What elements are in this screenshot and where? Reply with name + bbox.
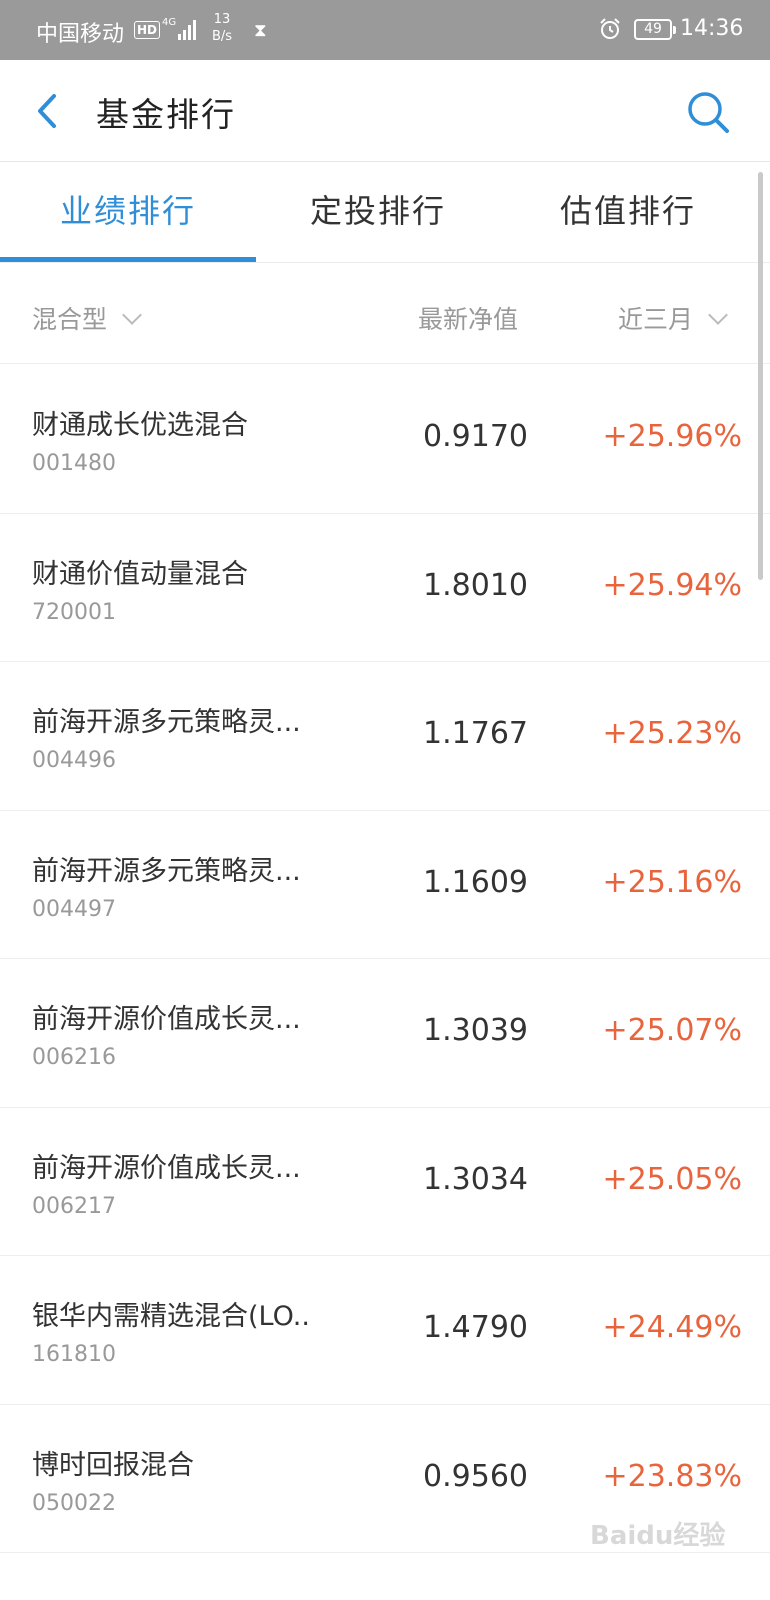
fund-code: 004496 (32, 748, 116, 773)
fund-type-filter[interactable]: 混合型 (32, 300, 142, 336)
fund-row[interactable]: 前海开源价值成长灵... 006217 1.3034 +25.05% (0, 1107, 770, 1256)
ranking-tabs: 业绩排行 定投排行 估值排行 (0, 163, 770, 263)
status-bar: 中国移动 HD 4G 13 B/s ⧗ 49 14:36 (0, 0, 770, 60)
fund-nav: 1.1609 (423, 864, 528, 900)
watermark-text: Baidu经验 (590, 1520, 725, 1551)
fund-code: 161810 (32, 1342, 116, 1367)
fund-row[interactable]: 前海开源多元策略灵... 004497 1.1609 +25.16% (0, 810, 770, 959)
fund-name: 博时回报混合 (32, 1449, 194, 1481)
fund-nav: 1.3039 (423, 1013, 528, 1048)
fund-row[interactable]: 银华内需精选混合(LO.. 161810 1.4790 +24.49% (0, 1256, 770, 1405)
fund-change: +25.94% (602, 567, 742, 603)
fund-list: 财通成长优选混合 001480 0.9170 +25.96% 财通价值动量混合 … (0, 365, 770, 1553)
fund-change: +25.96% (602, 419, 742, 454)
chevron-down-icon (122, 305, 142, 325)
period-filter[interactable]: 近三月 (618, 300, 728, 336)
back-arrow-icon[interactable] (28, 88, 68, 134)
fund-name: 银华内需精选混合(LO.. (32, 1301, 310, 1332)
fund-code: 720001 (32, 599, 116, 625)
fund-name: 前海开源多元策略灵... (32, 707, 301, 738)
list-column-header: 混合型 最新净值 近三月 (0, 272, 770, 364)
fund-code: 006216 (32, 1045, 116, 1070)
search-icon[interactable] (684, 88, 732, 136)
fund-type-label: 混合型 (32, 305, 108, 334)
fund-nav: 0.9170 (423, 419, 528, 454)
fund-change: +25.23% (602, 716, 742, 751)
hourglass-icon: ⧗ (254, 20, 267, 41)
fund-name: 前海开源价值成长灵... (32, 1152, 301, 1184)
nav-column-label: 最新净值 (418, 305, 519, 334)
fund-name: 前海开源价值成长灵... (32, 1004, 301, 1035)
fund-nav: 1.8010 (423, 567, 528, 603)
speed-unit: B/s (212, 29, 233, 44)
fund-name: 财通价值动量混合 (32, 558, 248, 590)
network-label: 4G (162, 17, 176, 28)
alarm-icon (600, 18, 620, 39)
fund-change: +23.83% (602, 1458, 742, 1494)
carrier-label: 中国移动 (36, 22, 125, 47)
fund-nav: 1.4790 (423, 1310, 528, 1345)
signal-icon: 4G (162, 17, 196, 40)
chevron-down-icon (708, 305, 728, 325)
tab-valuation-ranking[interactable]: 估值排行 (500, 163, 756, 263)
battery-icon: 49 (634, 19, 676, 40)
clock: 14:36 (680, 16, 744, 41)
fund-name: 前海开源多元策略灵... (32, 855, 301, 887)
fund-row[interactable]: 财通成长优选混合 001480 0.9170 +25.96% (0, 365, 770, 514)
speed-value: 13 (213, 12, 231, 27)
fund-code: 050022 (32, 1490, 116, 1516)
fund-name: 财通成长优选混合 (32, 410, 248, 441)
fund-row[interactable]: 前海开源价值成长灵... 006216 1.3039 +25.07% (0, 959, 770, 1108)
app-header: 基金排行 (0, 60, 770, 162)
fund-nav: 0.9560 (423, 1458, 528, 1494)
fund-change: +25.05% (602, 1161, 742, 1197)
period-label: 近三月 (618, 305, 694, 334)
fund-row[interactable]: 财通价值动量混合 720001 1.8010 +25.94% (0, 513, 770, 662)
active-tab-indicator (0, 257, 256, 262)
tab-performance-ranking[interactable]: 业绩排行 (0, 163, 256, 263)
fund-change: +24.49% (602, 1310, 742, 1345)
fund-nav: 1.1767 (423, 716, 528, 751)
network-speed: 13 B/s (212, 11, 232, 45)
hd-badge: HD (134, 21, 161, 39)
scrollbar[interactable] (758, 172, 763, 580)
page-title: 基金排行 (96, 95, 236, 134)
tab-fixed-investment-ranking[interactable]: 定投排行 (250, 163, 506, 263)
fund-code: 001480 (32, 451, 116, 476)
fund-nav: 1.3034 (423, 1161, 528, 1197)
fund-code: 006217 (32, 1193, 116, 1219)
fund-code: 004497 (32, 896, 116, 922)
fund-row[interactable]: 前海开源多元策略灵... 004496 1.1767 +25.23% (0, 662, 770, 811)
fund-change: +25.16% (602, 864, 742, 900)
baidu-watermark-logo: Baidu经验 (590, 1520, 725, 1551)
fund-change: +25.07% (602, 1013, 742, 1048)
